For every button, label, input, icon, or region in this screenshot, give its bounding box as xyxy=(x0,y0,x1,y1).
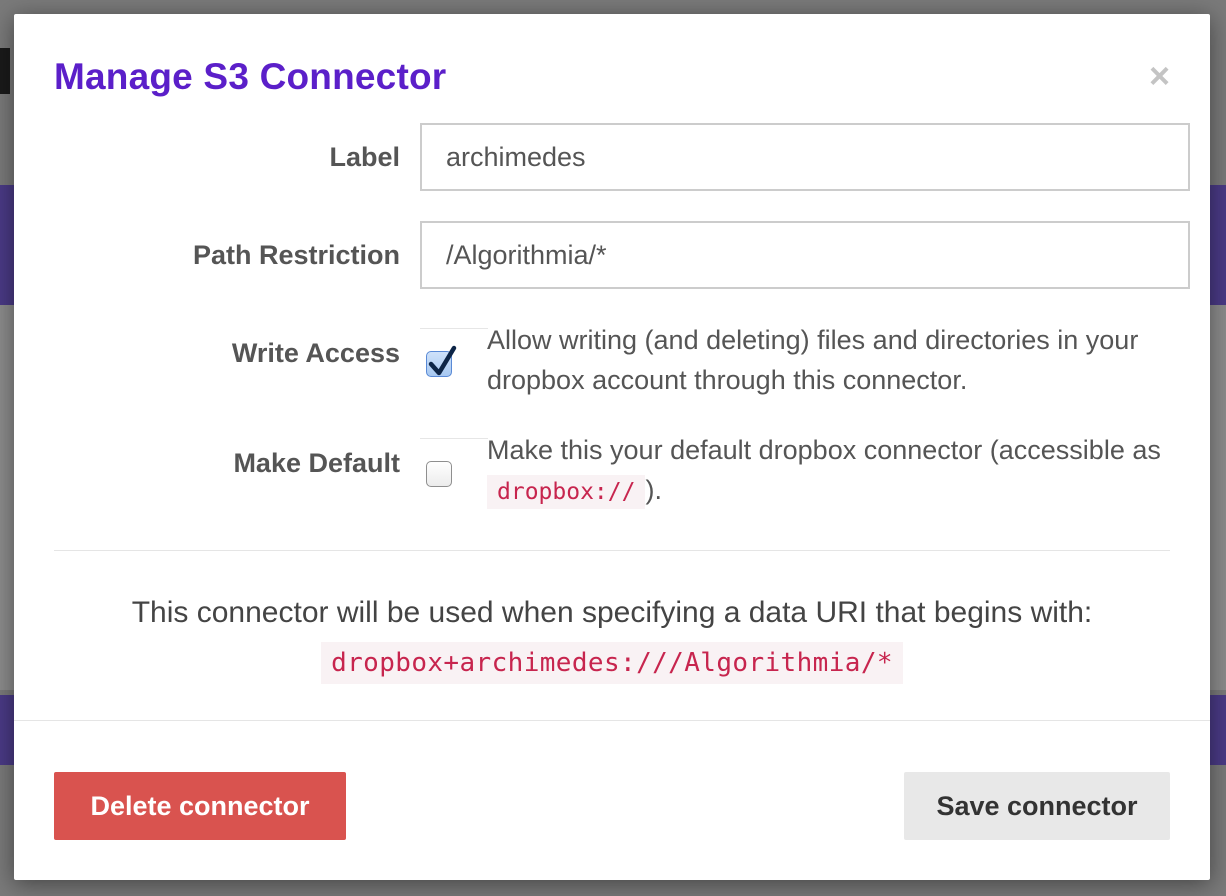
label-input[interactable] xyxy=(420,123,1190,191)
backdrop-fragment xyxy=(0,305,14,690)
divider xyxy=(54,550,1170,551)
backdrop-fragment xyxy=(0,48,10,94)
write-access-label: Write Access xyxy=(231,338,400,368)
label-field-label: Label xyxy=(329,142,400,172)
write-access-checkbox[interactable] xyxy=(426,345,457,377)
backdrop-fragment xyxy=(1210,695,1226,765)
make-default-label: Make Default xyxy=(233,448,400,478)
footer-divider xyxy=(14,720,1210,721)
backdrop-fragment xyxy=(1210,185,1226,305)
make-default-help: Make this your default dropbox connector… xyxy=(487,430,1197,512)
modal-title: Manage S3 Connector xyxy=(54,56,447,97)
backdrop-fragment xyxy=(0,185,14,305)
path-restriction-label: Path Restriction xyxy=(192,240,400,270)
save-connector-button[interactable]: Save connector xyxy=(904,772,1170,840)
write-access-help: Allow writing (and deleting) files and d… xyxy=(487,325,1139,395)
connector-uri-code: dropbox+archimedes:///Algorithmia/* xyxy=(321,642,903,684)
make-default-help-suffix: ). xyxy=(645,475,662,505)
backdrop-fragment xyxy=(1210,305,1226,690)
write-access-checkbox-wrap xyxy=(420,328,488,396)
make-default-checkbox[interactable] xyxy=(426,461,452,487)
uri-info-text: This connector will be used when specify… xyxy=(131,596,1093,629)
make-default-checkbox-wrap xyxy=(420,438,488,506)
path-restriction-input[interactable] xyxy=(420,221,1190,289)
uri-wrap: dropbox+archimedes:///Algorithmia/* xyxy=(14,642,1210,684)
default-uri-code: dropbox:// xyxy=(487,475,646,509)
delete-connector-button[interactable]: Delete connector xyxy=(54,772,346,840)
manage-connector-modal: Manage S3 Connector × Label Path Restric… xyxy=(14,14,1210,880)
make-default-help-text: Make this your default dropbox connector… xyxy=(487,435,1161,465)
checkmark-icon xyxy=(428,345,457,376)
close-icon[interactable]: × xyxy=(1149,58,1170,94)
backdrop-fragment xyxy=(0,695,14,765)
